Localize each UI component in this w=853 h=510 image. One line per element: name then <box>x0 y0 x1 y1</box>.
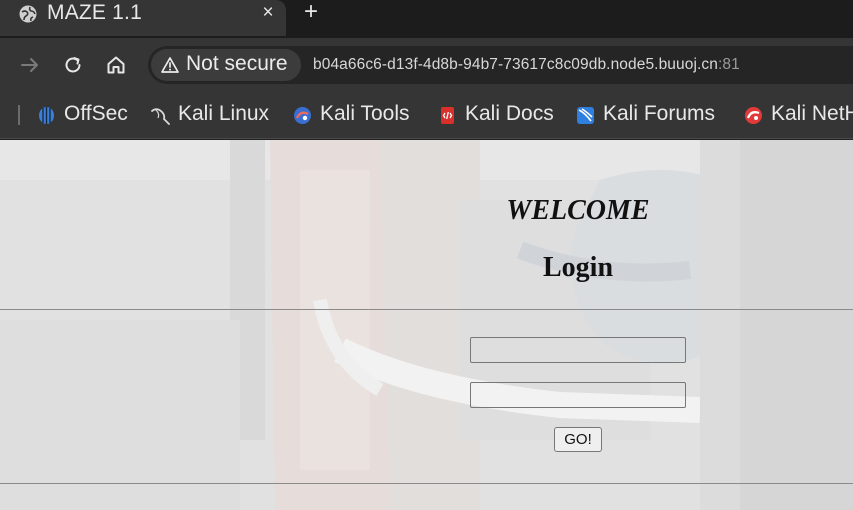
bookmarks-separator <box>18 105 20 125</box>
bookmark-label: OffSec <box>64 102 128 125</box>
offsec-icon <box>39 107 54 124</box>
browser-toolbar: Not secure b04a66c6-d13f-4d8b-94b7-73617… <box>0 38 853 92</box>
password-input[interactable] <box>470 382 686 408</box>
bookmark-label: Kali Linux <box>178 102 270 125</box>
bookmark-label: Kali Tools <box>320 102 410 125</box>
close-tab-icon[interactable]: × <box>256 1 280 25</box>
bookmark-label: Kali Docs <box>465 102 554 125</box>
tab-strip: MAZE 1.1 × + <box>0 0 853 38</box>
bookmark-label: Kali NetHunter <box>771 102 853 125</box>
url-text[interactable]: b04a66c6-d13f-4d8b-94b7-73617c8c09db.nod… <box>313 56 740 74</box>
username-input[interactable] <box>470 337 686 363</box>
address-bar[interactable]: Not secure b04a66c6-d13f-4d8b-94b7-73617… <box>148 46 853 84</box>
globe-icon <box>19 5 37 23</box>
kali-tools-icon <box>294 107 311 124</box>
divider-bottom <box>0 483 853 484</box>
bookmarks-bar: OffSec Kali Linux Kali Tools Kali Docs K… <box>0 92 853 139</box>
url-port: :81 <box>718 56 740 73</box>
security-label: Not secure <box>186 52 288 75</box>
go-button[interactable]: GO! <box>554 427 602 452</box>
site-security-chip[interactable]: Not secure <box>151 49 301 81</box>
tab-title: MAZE 1.1 <box>47 1 142 24</box>
new-tab-button[interactable]: + <box>299 0 323 24</box>
kali-nethunter-icon <box>745 107 762 124</box>
forward-arrow-icon[interactable] <box>19 54 41 76</box>
browser-tab[interactable]: MAZE 1.1 × <box>0 0 286 36</box>
login-heading: Login <box>542 252 614 283</box>
kali-forums-icon <box>577 107 594 124</box>
reload-icon[interactable] <box>62 54 84 76</box>
bookmark-label: Kali Forums <box>603 102 716 125</box>
welcome-heading: WELCOME <box>506 195 650 226</box>
kali-linux-icon <box>151 108 170 125</box>
page-content: WELCOME Login GO! <box>0 140 853 510</box>
url-host: b04a66c6-d13f-4d8b-94b7-73617c8c09db.nod… <box>313 56 718 73</box>
divider-top <box>0 309 853 310</box>
home-icon[interactable] <box>105 54 127 76</box>
warning-icon <box>161 57 179 73</box>
kali-docs-icon <box>441 107 454 124</box>
